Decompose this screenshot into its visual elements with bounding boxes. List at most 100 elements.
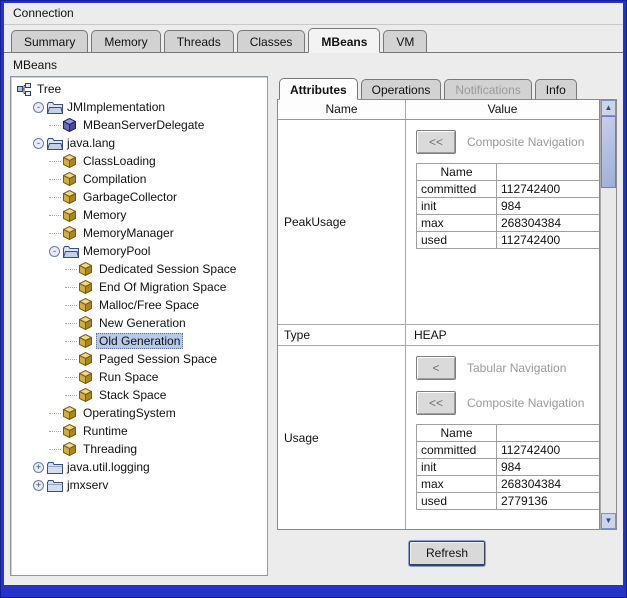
tree-item-end-of-migration-space[interactable]: End Of Migration Space <box>13 278 267 296</box>
mbean-icon <box>79 280 96 294</box>
tree-item-jmimplementation[interactable]: - JMImplementation <box>13 98 267 116</box>
nested-row[interactable]: init984 <box>417 198 600 215</box>
tree-item-memory[interactable]: Memory <box>13 206 267 224</box>
tab-mbeans[interactable]: MBeans <box>308 28 380 53</box>
nested-attr-name: init <box>417 459 497 476</box>
vertical-scrollbar[interactable]: ▲ ▼ <box>600 100 617 530</box>
scroll-up-button[interactable]: ▲ <box>601 100 616 116</box>
attr-row-type[interactable]: Type HEAP <box>278 325 599 346</box>
expand-handle-icon[interactable]: + <box>33 480 44 491</box>
mbean-icon <box>63 226 80 240</box>
attr-value-peakusage: << Composite Navigation Name <box>406 120 599 324</box>
attributes-table: Name Value PeakUsage << Composite Naviga… <box>277 100 600 530</box>
mbean-icon <box>63 172 80 186</box>
tree-item-paged-session-space[interactable]: Paged Session Space <box>13 350 267 368</box>
mbeans-section-title: MBeans <box>4 53 623 76</box>
tab-operations[interactable]: Operations <box>361 79 442 99</box>
tree-item-label: java.util.logging <box>64 460 153 474</box>
tree-item-new-generation[interactable]: New Generation <box>13 314 267 332</box>
tree-item-label: Run Space <box>96 370 161 384</box>
tree-item-old-generation[interactable]: Old Generation <box>13 332 267 350</box>
mbean-icon <box>63 190 80 204</box>
nested-attr-value: 268304384 <box>497 476 600 493</box>
scrollbar-thumb[interactable] <box>601 116 616 188</box>
header-name-cell: Name <box>278 100 406 119</box>
tree-item-run-space[interactable]: Run Space <box>13 368 267 386</box>
tree-item-label: Threading <box>80 442 140 456</box>
scroll-down-button[interactable]: ▼ <box>601 513 616 529</box>
tree-item-label: JMImplementation <box>64 100 168 114</box>
menu-bar: Connection <box>4 3 623 25</box>
nested-attr-value: 984 <box>497 198 600 215</box>
tree-item-stack-space[interactable]: Stack Space <box>13 386 267 404</box>
tree-item-label: Paged Session Space <box>96 352 220 366</box>
nested-attr-value: 984 <box>497 459 600 476</box>
attr-name-peakusage: PeakUsage <box>278 120 406 324</box>
nested-row[interactable]: committed112742400 <box>417 442 600 459</box>
attr-row-peakusage[interactable]: PeakUsage << Composite Navigation <box>278 120 599 325</box>
tree-item-label: New Generation <box>96 316 189 330</box>
nested-row[interactable]: used2779136 <box>417 493 600 510</box>
tree-item-memorymanager[interactable]: MemoryManager <box>13 224 267 242</box>
collapse-handle-icon[interactable]: - <box>33 138 44 149</box>
collapse-handle-icon[interactable]: - <box>33 102 44 113</box>
mbean-icon <box>79 262 96 276</box>
composite-navigation-label: Composite Navigation <box>467 396 584 410</box>
tree-connector-line <box>49 431 61 432</box>
tree-item-compilation[interactable]: Compilation <box>13 170 267 188</box>
attr-row-usage[interactable]: Usage < Tabular Navigation << Composite … <box>278 346 599 529</box>
mbean-tree[interactable]: Tree - JMImplementation MBeanServerDelegate… <box>10 76 268 576</box>
tab-summary[interactable]: Summary <box>11 30 88 52</box>
tab-info[interactable]: Info <box>535 79 577 99</box>
split-divider[interactable] <box>268 76 277 576</box>
nested-attr-name: committed <box>417 181 497 198</box>
tree-item-classloading[interactable]: ClassLoading <box>13 152 267 170</box>
split-pane: Tree - JMImplementation MBeanServerDelegate… <box>4 76 623 576</box>
tree-item-garbagecollector[interactable]: GarbageCollector <box>13 188 267 206</box>
nested-row[interactable]: committed112742400 <box>417 181 600 198</box>
tree-item-label: Compilation <box>80 172 149 186</box>
tree-item-java-util-logging[interactable]: + java.util.logging <box>13 458 267 476</box>
tab-vm[interactable]: VM <box>383 30 427 52</box>
composite-navigation-button[interactable]: << <box>416 130 456 154</box>
mbean-icon <box>79 370 96 384</box>
nested-row[interactable]: init984 <box>417 459 600 476</box>
tree-item-jmxserv[interactable]: +jmxserv <box>13 476 267 494</box>
connection-menu[interactable]: Connection <box>13 6 74 20</box>
tree-item-malloc-free-space[interactable]: Malloc/Free Space <box>13 296 267 314</box>
refresh-button[interactable]: Refresh <box>409 541 485 566</box>
nested-header-row: Name <box>417 164 600 181</box>
nested-row[interactable]: used112742400 <box>417 232 600 249</box>
attr-name-type: Type <box>278 325 406 345</box>
tree-item-label: ClassLoading <box>80 154 159 168</box>
tab-threads[interactable]: Threads <box>164 30 234 52</box>
tab-classes[interactable]: Classes <box>237 30 306 52</box>
nested-attr-value: 2779136 <box>497 493 600 510</box>
attributes-table-header: Name Value <box>278 100 599 120</box>
tree-item-tree[interactable]: Tree <box>13 80 267 98</box>
tree-connector-line <box>65 341 77 342</box>
tree-item-operatingsystem[interactable]: OperatingSystem <box>13 404 267 422</box>
nested-row[interactable]: max268304384 <box>417 476 600 493</box>
collapse-handle-icon[interactable]: - <box>49 246 60 257</box>
tab-memory[interactable]: Memory <box>91 30 160 52</box>
tree-item-memorypool[interactable]: -MemoryPool <box>13 242 267 260</box>
up-arrow-icon: ▲ <box>605 104 613 112</box>
tree-item-runtime[interactable]: Runtime <box>13 422 267 440</box>
tree-connector-line <box>49 161 61 162</box>
refresh-row: Refresh <box>277 530 617 576</box>
tree-item-dedicated-session-space[interactable]: Dedicated Session Space <box>13 260 267 278</box>
tree-item-threading[interactable]: Threading <box>13 440 267 458</box>
tab-attributes[interactable]: Attributes <box>279 78 358 100</box>
tree-item-java-lang[interactable]: -java.lang <box>13 134 267 152</box>
mbean-icon <box>63 424 80 438</box>
folder-closed-icon <box>47 461 64 474</box>
tree-item-mbeanserverdelegate[interactable]: MBeanServerDelegate <box>13 116 267 134</box>
scrollbar-track[interactable] <box>601 116 616 513</box>
nested-row[interactable]: max268304384 <box>417 215 600 232</box>
tabular-navigation-button[interactable]: < <box>416 356 456 380</box>
jconsole-window: Connection Summary Memory Threads Classe… <box>4 3 623 585</box>
expand-handle-icon[interactable]: + <box>33 462 44 473</box>
tree-item-label: Memory <box>80 208 129 222</box>
composite-navigation-button[interactable]: << <box>416 391 456 415</box>
